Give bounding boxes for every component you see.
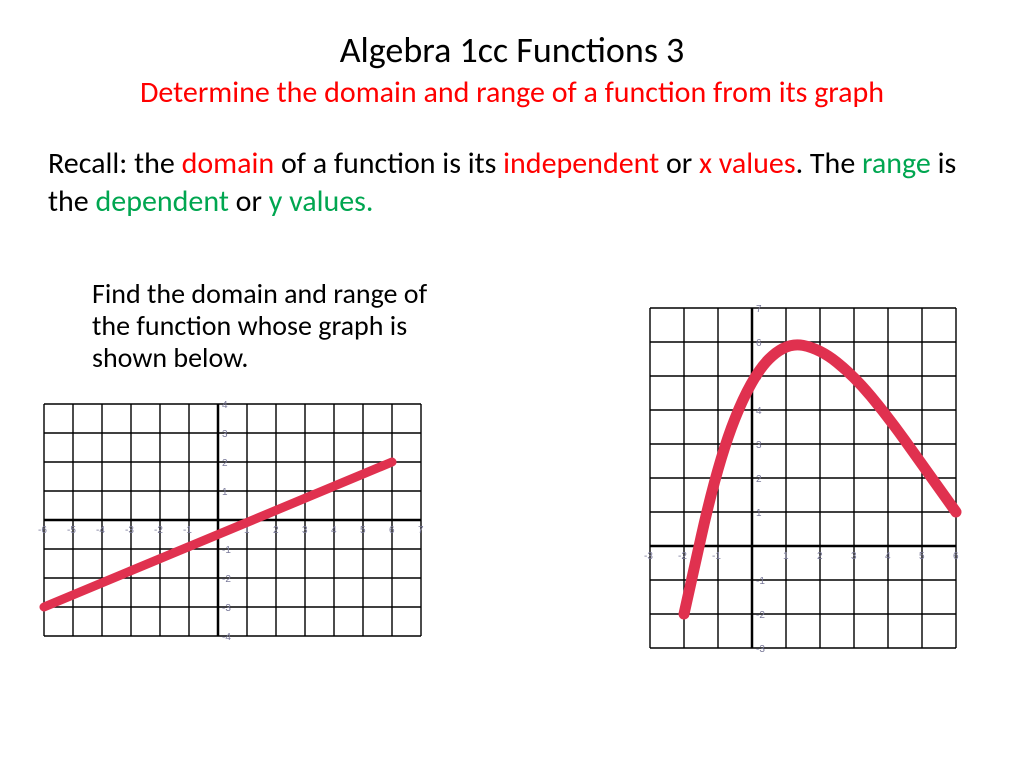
svg-text:4: 4: [331, 525, 337, 536]
svg-text:6: 6: [756, 338, 762, 349]
recall-xvalues: x values: [699, 145, 796, 182]
recall-t3: or: [659, 145, 699, 182]
svg-text:-6: -6: [38, 525, 47, 536]
recall-dependent: dependent: [96, 183, 229, 220]
svg-text:1: 1: [783, 551, 789, 562]
recall-t1: Recall: the: [48, 145, 182, 182]
svg-text:7: 7: [418, 525, 424, 536]
svg-text:5: 5: [919, 551, 925, 562]
svg-text:-1: -1: [712, 551, 721, 562]
svg-text:-2: -2: [756, 610, 765, 621]
svg-text:-4: -4: [96, 525, 105, 536]
svg-text:1: 1: [756, 508, 762, 519]
page-subtitle: Determine the domain and range of a func…: [0, 74, 1024, 111]
svg-text:6: 6: [389, 525, 395, 536]
svg-text:3: 3: [302, 525, 308, 536]
svg-text:-2: -2: [154, 525, 163, 536]
svg-text:-2: -2: [222, 574, 231, 585]
recall-t4: . The: [796, 145, 862, 182]
svg-text:-4: -4: [222, 632, 231, 643]
recall-independent: independent: [503, 145, 659, 182]
svg-text:6: 6: [953, 551, 959, 562]
recall-range: range: [862, 145, 931, 182]
recall-text: Recall: the domain of a function is its …: [48, 145, 976, 220]
svg-text:-3: -3: [222, 603, 231, 614]
svg-text:7: 7: [756, 304, 762, 315]
svg-text:2: 2: [222, 458, 228, 469]
prompt-text: Find the domain and range of the functio…: [92, 278, 442, 375]
svg-text:3: 3: [756, 440, 762, 451]
svg-text:5: 5: [360, 525, 366, 536]
svg-text:-1: -1: [756, 576, 765, 587]
svg-text:2: 2: [273, 525, 279, 536]
svg-text:-1: -1: [222, 545, 231, 556]
page-title: Algebra 1cc Functions 3: [0, 28, 1024, 72]
svg-text:2: 2: [756, 474, 762, 485]
recall-yvalues: y values.: [269, 183, 374, 220]
svg-text:3: 3: [851, 551, 857, 562]
recall-t2: of a function is its: [274, 145, 503, 182]
svg-text:-3: -3: [125, 525, 134, 536]
svg-text:3: 3: [222, 429, 228, 440]
graph-2-svg: -3-2-1123456-3-2-11234567: [642, 300, 982, 670]
graph-1-svg: -6-5-4-3-2-11234567-4-3-2-11234: [36, 398, 446, 658]
recall-domain: domain: [182, 145, 275, 182]
svg-text:-2: -2: [678, 551, 687, 562]
svg-text:1: 1: [222, 487, 228, 498]
svg-text:-5: -5: [67, 525, 76, 536]
graph-2: -3-2-1123456-3-2-11234567: [642, 300, 982, 675]
title-block: Algebra 1cc Functions 3 Determine the do…: [0, 0, 1024, 111]
graph-1: -6-5-4-3-2-11234567-4-3-2-11234: [36, 398, 446, 663]
recall-t6: or: [229, 183, 269, 220]
svg-text:-3: -3: [756, 644, 765, 655]
svg-text:4: 4: [885, 551, 891, 562]
svg-text:-1: -1: [183, 525, 192, 536]
svg-text:2: 2: [817, 551, 823, 562]
svg-text:-3: -3: [644, 551, 653, 562]
svg-text:4: 4: [756, 406, 762, 417]
svg-text:4: 4: [222, 400, 228, 411]
